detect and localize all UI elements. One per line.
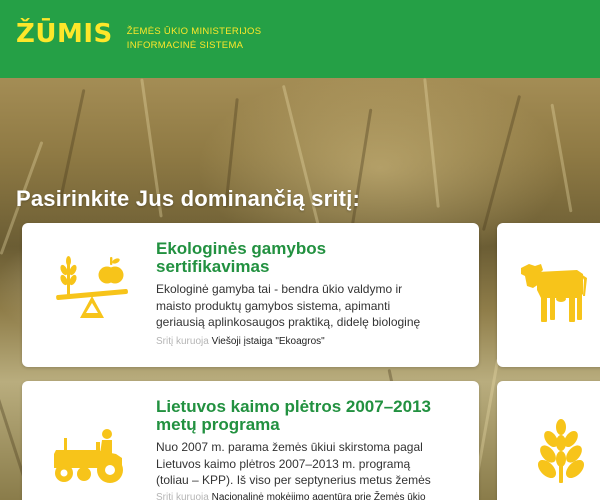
curator-value: Nacionalinė mokėjimo agentūra prie Žemės… bbox=[211, 492, 426, 500]
card-title-line-2: metų programa bbox=[156, 415, 280, 434]
card-curator: Sritį kuruoja Viešoji įstaiga "Ekoagros" bbox=[156, 335, 325, 348]
card-title-line-1: Ekologinės gamybos bbox=[156, 239, 327, 258]
site-logo[interactable]: ŽŪMIS bbox=[16, 19, 113, 49]
curator-label: Sritį kuruoja bbox=[156, 336, 209, 347]
card-description-line-3: geriausią aplinkosaugos praktiką, didelę… bbox=[156, 315, 421, 329]
scale-wheat-apple-icon bbox=[56, 256, 128, 318]
curator-value: Viešoji įstaiga "Ekoagros" bbox=[211, 336, 325, 347]
wheat-icon bbox=[537, 419, 585, 483]
category-card-ekologine-gamyba[interactable]: Ekologinės gamybos sertifikavimas Ekolog… bbox=[22, 223, 479, 367]
category-card-augalininkyste[interactable] bbox=[497, 381, 600, 500]
card-description-line-3: (toliau – KPP). Iš viso per septynerius … bbox=[156, 473, 431, 487]
card-title[interactable]: Ekologinės gamybos sertifikavimas bbox=[156, 240, 456, 276]
tagline-line-2: INFORMACINĖ SISTEMA bbox=[126, 40, 244, 51]
card-title[interactable]: Lietuvos kaimo plėtros 2007–2013 metų pr… bbox=[156, 398, 466, 434]
card-description-line-1: Nuo 2007 m. parama žemės ūkiui skirstoma… bbox=[156, 440, 423, 454]
site-tagline: ŽEMĖS ŪKIO MINISTERIJOS INFORMACINĖ SIST… bbox=[127, 25, 262, 53]
card-title-line-1: Lietuvos kaimo plėtros 2007–2013 bbox=[156, 397, 431, 416]
category-card-gyvulininkyste[interactable] bbox=[497, 223, 600, 367]
curator-label: Sritį kuruoja bbox=[156, 492, 209, 500]
card-description-line-1: Ekologinė gamyba tai - bendra ūkio valdy… bbox=[156, 282, 403, 296]
card-title-line-2: sertifikavimas bbox=[156, 257, 270, 276]
card-description: Ekologinė gamyba tai - bendra ūkio valdy… bbox=[156, 281, 474, 331]
cow-icon bbox=[521, 264, 587, 322]
section-title: Pasirinkite Jus dominančią sritį: bbox=[16, 186, 361, 211]
card-curator: Sritį kuruoja Nacionalinė mokėjimo agent… bbox=[156, 491, 426, 500]
card-description-line-2: maisto produktų gamybos sistema, apimant… bbox=[156, 298, 391, 313]
tractor-icon bbox=[54, 429, 123, 483]
site-header: ŽŪMIS ŽEMĖS ŪKIO MINISTERIJOS INFORMACIN… bbox=[0, 0, 600, 78]
category-card-kaimo-pletra[interactable]: Lietuvos kaimo plėtros 2007–2013 metų pr… bbox=[22, 381, 479, 500]
tagline-line-1: ŽEMĖS ŪKIO MINISTERIJOS bbox=[126, 26, 262, 37]
card-description-line-2: Lietuvos kaimo plėtros 2007–2013 m. prog… bbox=[156, 456, 411, 471]
card-description: Nuo 2007 m. parama žemės ūkiui skirstoma… bbox=[156, 439, 474, 489]
